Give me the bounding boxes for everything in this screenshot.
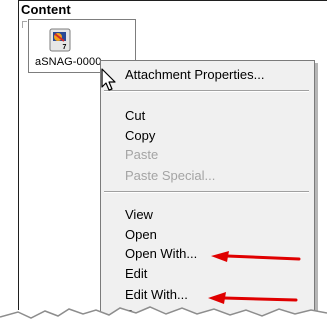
menu-item-edit[interactable]: Edit [125, 266, 147, 281]
attachment-name: aSNAG-0000 [35, 56, 102, 68]
menu-separator [104, 90, 309, 92]
snagit-file-icon: 7 [49, 28, 71, 52]
attachment-badge: 7 [63, 44, 67, 51]
arrow-cursor-icon [101, 68, 116, 91]
menu-item-paste[interactable]: Paste [125, 147, 158, 162]
torn-edge [0, 306, 327, 331]
menu-item-cut[interactable]: Cut [125, 108, 145, 123]
menu-item-open[interactable]: Open [125, 227, 157, 242]
annotation-arrow-icon [211, 251, 301, 262]
menu-item-attachment-properties[interactable]: Attachment Properties... [125, 67, 264, 82]
menu-item-open-with[interactable]: Open With... [125, 246, 197, 261]
screenshot-stage: Content 7 aSNAG-0000 Attachment Properti… [0, 0, 327, 331]
corner-marker [22, 21, 27, 28]
menu-separator [104, 191, 309, 193]
content-panel-title: Content [21, 2, 71, 17]
menu-item-view[interactable]: View [125, 207, 153, 222]
menu-item-paste-special[interactable]: Paste Special... [125, 168, 215, 183]
menu-item-copy[interactable]: Copy [125, 128, 155, 143]
